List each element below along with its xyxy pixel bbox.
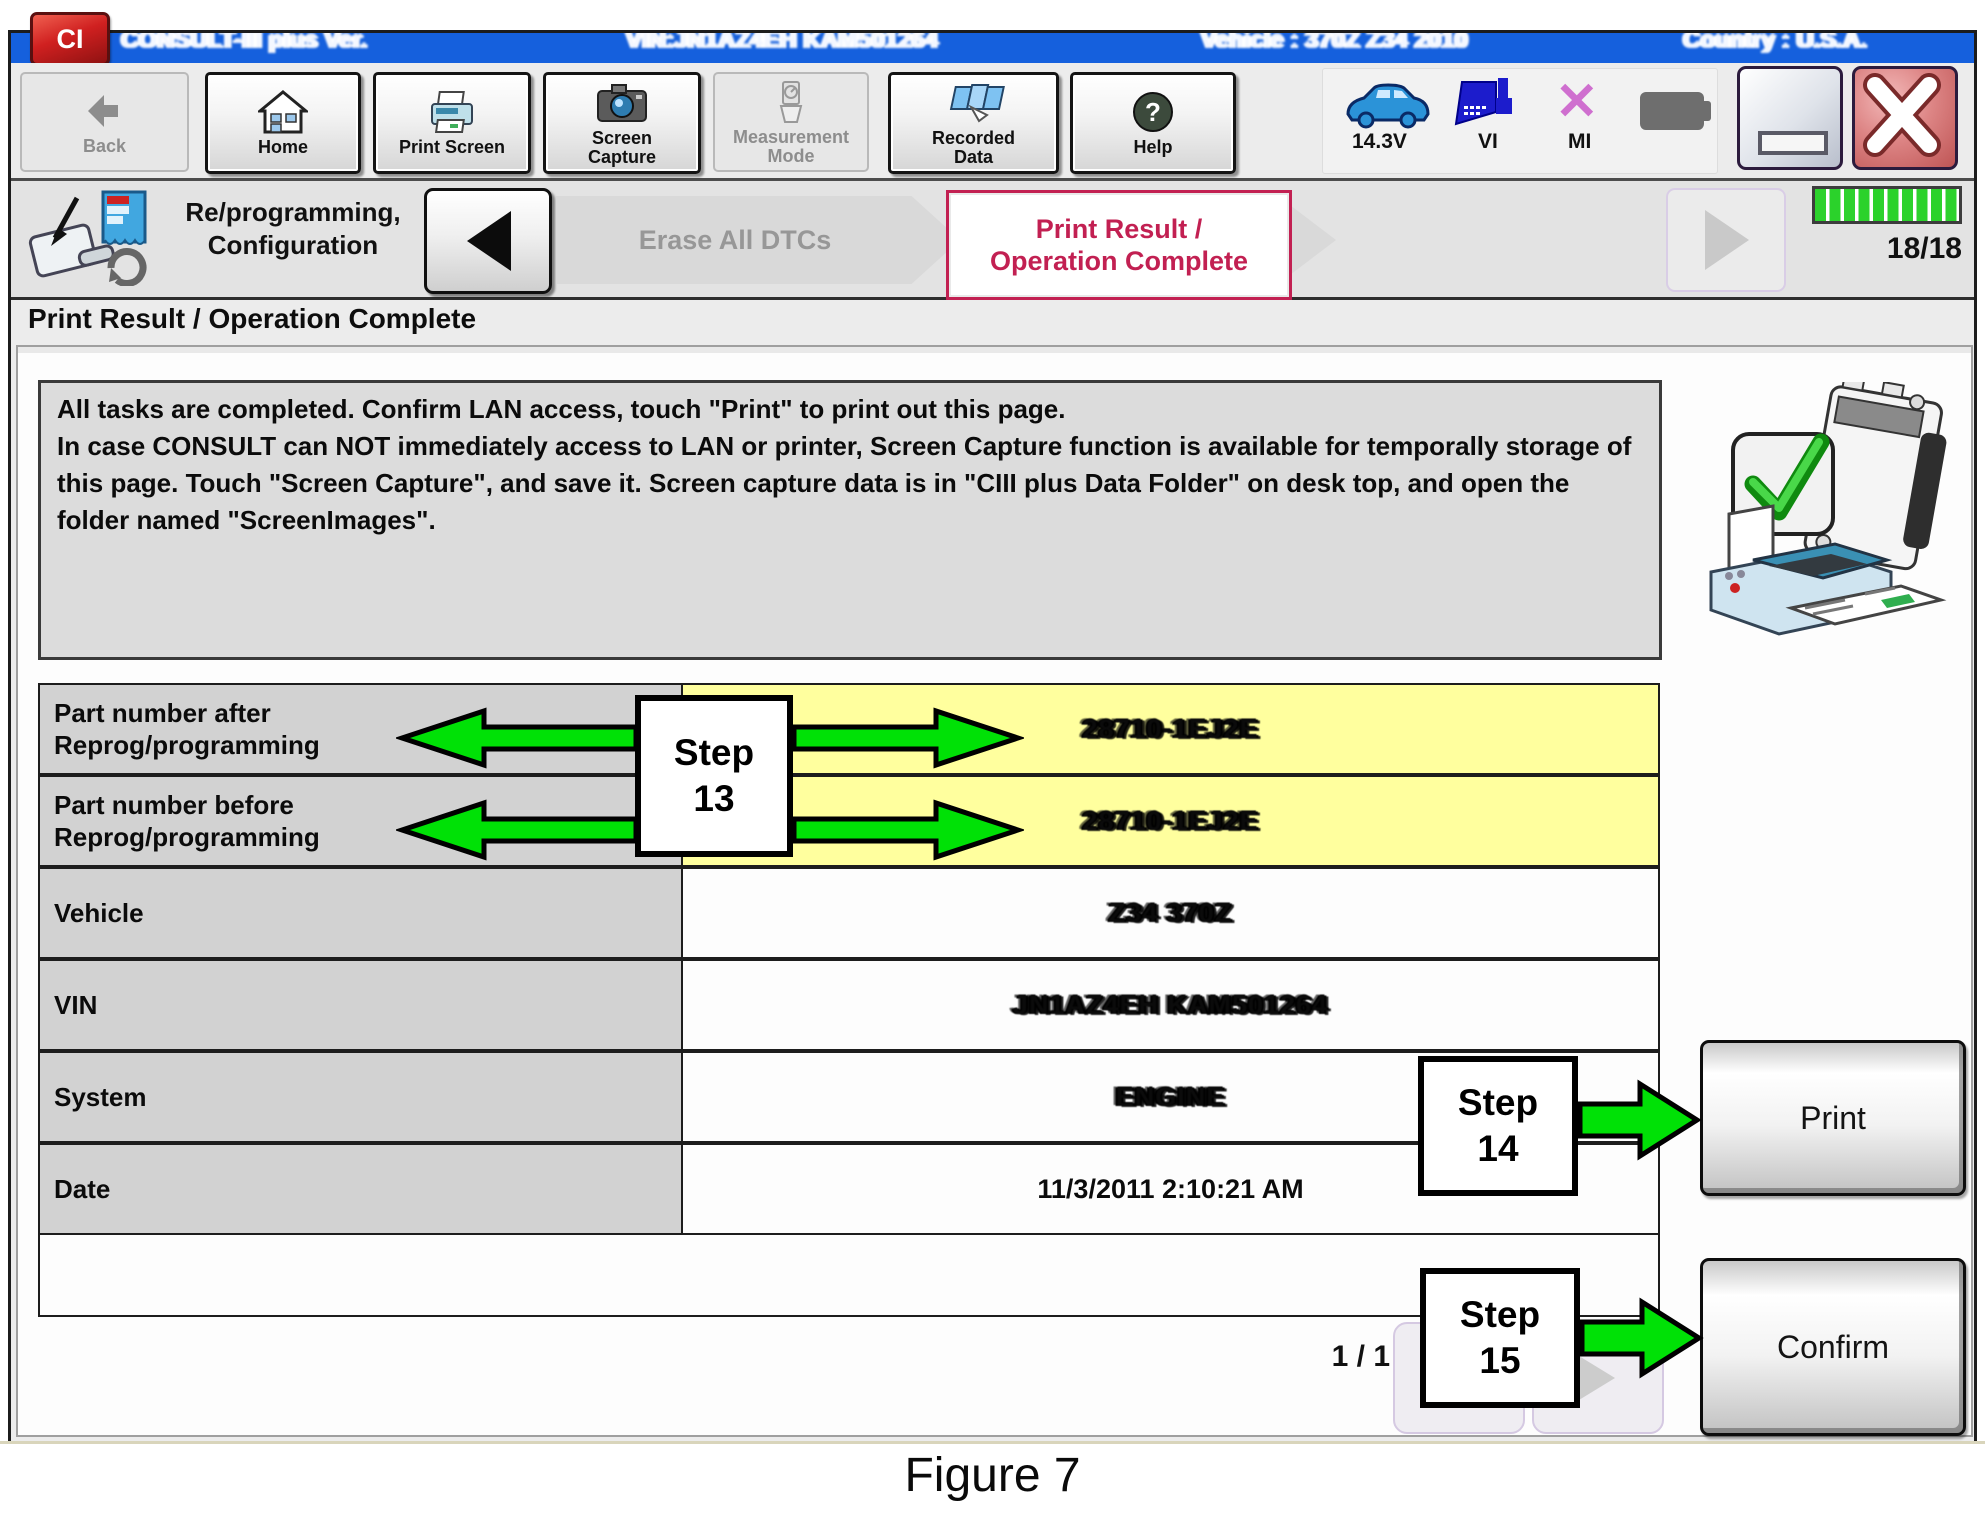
print-success-illustration	[1695, 382, 1963, 665]
recorded-data-button[interactable]: Recorded Data	[888, 72, 1059, 174]
help-button[interactable]: ? Help	[1070, 72, 1236, 174]
date-value: 11/3/2011 2:10:21 AM	[1037, 1174, 1303, 1205]
confirm-button[interactable]: Confirm	[1700, 1258, 1966, 1436]
reprogramming-icon	[25, 190, 155, 291]
screen-capture-button[interactable]: Screen Capture	[543, 72, 701, 174]
back-arrow-icon	[84, 88, 126, 134]
row-label-date: Date	[38, 1143, 683, 1235]
separator-line	[0, 1441, 1985, 1444]
wizard-forward-button[interactable]	[1666, 188, 1786, 292]
back-triangle-icon	[461, 209, 515, 273]
folders-icon	[943, 80, 1005, 126]
step13-left-arrow-row1	[396, 706, 640, 775]
print-button[interactable]: Print	[1700, 1040, 1966, 1196]
step13-right-arrow-row2	[790, 798, 1024, 867]
system-value: ENGINE	[1116, 1082, 1226, 1113]
step14-arrow	[1576, 1078, 1702, 1167]
consult-logo: CI	[30, 12, 110, 66]
camera-icon	[594, 80, 650, 126]
page-indicator: 1 / 1	[1280, 1340, 1390, 1374]
title-bar: CONSULT-III plus Ver. VIN:JN1AZ4EH KAM50…	[11, 33, 1974, 63]
measurement-icon	[771, 79, 811, 125]
measurement-mode-button[interactable]: Measurement Mode	[713, 72, 869, 172]
close-x-icon	[1855, 69, 1949, 161]
wizard-back-button[interactable]	[424, 188, 552, 294]
step14-annotation: Step 14	[1418, 1056, 1578, 1196]
svg-text:?: ?	[1145, 97, 1161, 127]
wizard-step-current: Print Result / Operation Complete	[946, 190, 1292, 300]
forward-triangle-icon	[1699, 208, 1753, 272]
row-label-system: System	[38, 1051, 683, 1143]
titlebar-vehicle: Vehicle : 370Z Z34 2010	[1201, 33, 1468, 58]
row-value-vehicle: Z34 370Z	[683, 867, 1660, 959]
toolbar-button-label: Screen Capture	[588, 129, 656, 167]
titlebar-country: Country : U.S.A.	[1683, 33, 1867, 58]
toolbar-button-label: Measurement Mode	[733, 128, 849, 166]
vehicle-battery-icon	[1340, 80, 1432, 135]
table-empty-row	[38, 1235, 1660, 1317]
minimize-icon	[1758, 131, 1828, 155]
question-icon: ?	[1131, 89, 1175, 135]
wizard-progress-text: 18/18	[1812, 232, 1962, 266]
row-value-vin: JN1AZ4EH KAM501264	[683, 959, 1660, 1051]
home-button[interactable]: Home	[205, 72, 361, 174]
toolbar-button-label: Home	[258, 138, 308, 157]
toolbar-button-label: Print Screen	[399, 138, 505, 157]
vi-label: VI	[1478, 130, 1498, 154]
print-screen-button[interactable]: Print Screen	[373, 72, 531, 174]
wizard-progress-bar	[1812, 186, 1962, 224]
part-before-value: 28710-1EJ2E	[1082, 806, 1258, 837]
figure-caption: Figure 7	[0, 1448, 1985, 1503]
mode-label: Re/programming, Configuration	[148, 196, 438, 262]
mi-disconnected-icon: ✕	[1555, 78, 1599, 126]
toolbar-button-label: Recorded Data	[932, 129, 1015, 167]
toolbar-button-label: Back	[83, 137, 126, 156]
row-label-vin: VIN	[38, 959, 683, 1051]
minimize-button[interactable]	[1737, 66, 1843, 170]
home-icon	[258, 89, 308, 135]
step13-annotation: Step 13	[635, 695, 793, 857]
step15-annotation: Step 15	[1420, 1268, 1580, 1408]
mi-label: MI	[1568, 130, 1591, 154]
step15-arrow	[1578, 1296, 1704, 1385]
instruction-text: All tasks are completed. Confirm LAN acc…	[38, 380, 1662, 660]
screenshot-figure: CONSULT-III plus Ver. VIN:JN1AZ4EH KAM50…	[0, 0, 1985, 1521]
wizard-step-previous: Erase All DTCs	[556, 196, 960, 284]
toolbar-button-label: Help	[1133, 138, 1172, 157]
titlebar-vin: VIN:JN1AZ4EH KAM501264	[626, 33, 938, 58]
back-button[interactable]: Back	[20, 72, 189, 172]
part-after-value: 28710-1EJ2E	[1082, 714, 1258, 745]
vi-device-icon	[1452, 76, 1522, 135]
step13-right-arrow-row1	[790, 706, 1024, 775]
battery-voltage: 14.3V	[1352, 130, 1407, 154]
page-title: Print Result / Operation Complete	[28, 303, 476, 335]
close-button[interactable]	[1852, 66, 1958, 170]
vehicle-value: Z34 370Z	[1109, 898, 1233, 929]
row-label-vehicle: Vehicle	[38, 867, 683, 959]
titlebar-app-title: CONSULT-III plus Ver.	[121, 33, 367, 58]
step13-left-arrow-row2	[396, 798, 640, 867]
printer-icon	[426, 89, 478, 135]
vin-value: JN1AZ4EH KAM501264	[1013, 990, 1328, 1021]
battery-icon	[1640, 92, 1704, 130]
